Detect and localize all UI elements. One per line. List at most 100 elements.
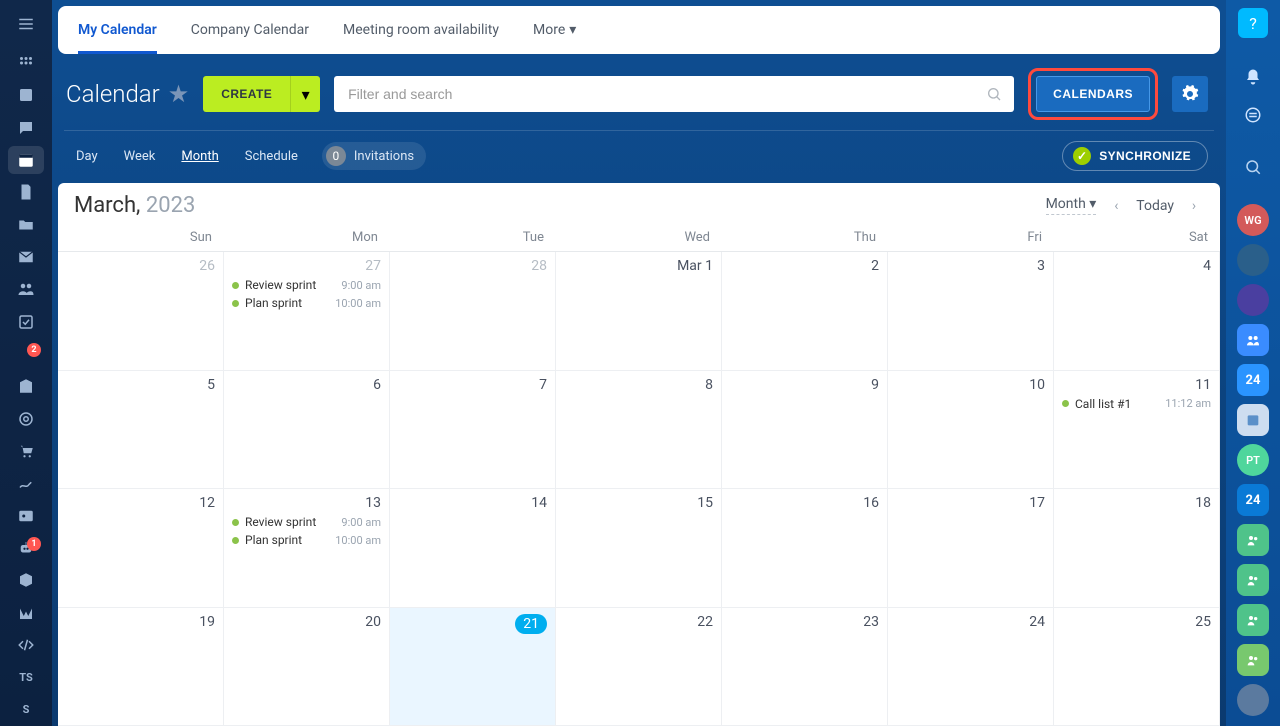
star-icon[interactable]: ★ <box>168 80 190 108</box>
view-selector[interactable]: Month ▾ <box>1046 196 1097 215</box>
calendar-cell[interactable]: 8 <box>556 371 722 490</box>
calendar-cell[interactable]: 11Call list #111:12 am <box>1054 371 1220 490</box>
calendar-cell[interactable]: 4 <box>1054 252 1220 371</box>
next-icon[interactable]: › <box>1184 196 1204 216</box>
calendar-cell[interactable]: 6 <box>224 371 390 490</box>
today-button[interactable]: Today <box>1136 198 1174 214</box>
nav-chat-icon[interactable] <box>8 113 44 141</box>
search-input[interactable] <box>334 76 1014 112</box>
nav-target-icon[interactable] <box>8 404 44 432</box>
nav-mail-icon[interactable] <box>8 243 44 271</box>
check-icon: ✓ <box>1073 147 1091 165</box>
nav-tasks-icon[interactable] <box>8 307 44 335</box>
avatar-24a[interactable]: 24 <box>1237 364 1269 396</box>
nav-cart-icon[interactable] <box>8 437 44 465</box>
avatar-user1[interactable] <box>1237 244 1269 276</box>
avatar-user3[interactable] <box>1237 684 1269 716</box>
nav-market-icon[interactable] <box>8 598 44 626</box>
right-presence-rail: ? WG 24 PT 24 <box>1226 0 1280 726</box>
lines-icon[interactable] <box>1238 100 1268 130</box>
synchronize-button[interactable]: ✓ SYNCHRONIZE <box>1062 141 1208 171</box>
calendar-cell[interactable]: 7 <box>390 371 556 490</box>
search-icon-right[interactable] <box>1238 152 1268 182</box>
calendar-cell[interactable]: 18 <box>1054 489 1220 608</box>
calendar-cell[interactable]: 12 <box>58 489 224 608</box>
calendar-cell[interactable]: 21 <box>390 608 556 726</box>
calendar-cell[interactable]: 15 <box>556 489 722 608</box>
create-dropdown[interactable]: ▾ <box>290 76 320 112</box>
search-icon[interactable] <box>986 86 1002 102</box>
calendar-cell[interactable]: 3 <box>888 252 1054 371</box>
calendar-cell[interactable]: 25 <box>1054 608 1220 726</box>
calendar-cell[interactable]: 27Review sprint9:00 amPlan sprint10:00 a… <box>224 252 390 371</box>
calendar-cell[interactable]: 2 <box>722 252 888 371</box>
nav-company-icon[interactable] <box>8 372 44 400</box>
avatar-user2[interactable] <box>1237 284 1269 316</box>
calendar-cell[interactable]: 14 <box>390 489 556 608</box>
tab-my-calendar[interactable]: My Calendar <box>78 6 157 54</box>
calendar-cell[interactable]: 19 <box>58 608 224 726</box>
calendar-cell[interactable]: 24 <box>888 608 1054 726</box>
view-day[interactable]: Day <box>66 145 108 168</box>
badge: 2 <box>27 343 41 357</box>
left-nav-rail: 2 1 TS S <box>0 0 52 726</box>
calendar-cell[interactable]: 13Review sprint9:00 amPlan sprint10:00 a… <box>224 489 390 608</box>
avatar-wg[interactable]: WG <box>1237 204 1269 236</box>
tab-meeting-rooms[interactable]: Meeting room availability <box>343 6 499 54</box>
view-month[interactable]: Month <box>171 145 228 168</box>
avatar-group3[interactable] <box>1237 564 1269 596</box>
calendar-cell[interactable]: 5 <box>58 371 224 490</box>
avatar-pt[interactable]: PT <box>1237 444 1269 476</box>
create-button-group: CREATE ▾ <box>203 76 320 112</box>
calendar-event[interactable]: Review sprint9:00 am <box>232 515 381 529</box>
calendar-cell[interactable]: 22 <box>556 608 722 726</box>
nav-docs-icon[interactable] <box>8 178 44 206</box>
nav-calendar-icon[interactable] <box>8 146 44 174</box>
view-week[interactable]: Week <box>114 145 166 168</box>
calendars-highlight: CALENDARS <box>1028 68 1158 120</box>
calendar-event[interactable]: Plan sprint10:00 am <box>232 296 381 310</box>
bell-icon[interactable] <box>1238 62 1268 92</box>
calendars-button[interactable]: CALENDARS <box>1036 76 1150 112</box>
help-icon[interactable]: ? <box>1238 8 1268 38</box>
tab-more[interactable]: More▾ <box>533 6 576 54</box>
prev-icon[interactable]: ‹ <box>1106 196 1126 216</box>
calendar-cell[interactable]: 20 <box>224 608 390 726</box>
nav-contact-icon[interactable] <box>8 501 44 529</box>
nav-people-icon[interactable] <box>8 275 44 303</box>
calendar-cell[interactable]: Mar 1 <box>556 252 722 371</box>
calendar-cell[interactable]: 28 <box>390 252 556 371</box>
nav-hub-icon[interactable] <box>8 49 44 77</box>
calendar-grid: 2627Review sprint9:00 amPlan sprint10:00… <box>58 252 1220 726</box>
calendar-cell[interactable]: 9 <box>722 371 888 490</box>
calendar-cell[interactable]: 26 <box>58 252 224 371</box>
gear-icon[interactable] <box>1172 76 1208 112</box>
hamburger-icon[interactable] <box>8 10 44 38</box>
invitations-pill[interactable]: 0 Invitations <box>322 142 426 170</box>
calendar-cell[interactable]: 16 <box>722 489 888 608</box>
avatar-group5[interactable] <box>1237 644 1269 676</box>
calendar-cell[interactable]: 10 <box>888 371 1054 490</box>
nav-filter-icon[interactable]: 2 <box>8 340 44 368</box>
nav-drive-icon[interactable] <box>8 210 44 238</box>
nav-feed-icon[interactable] <box>8 81 44 109</box>
create-button[interactable]: CREATE <box>203 76 290 112</box>
avatar-calendar[interactable] <box>1237 404 1269 436</box>
nav-box-icon[interactable] <box>8 566 44 594</box>
avatar-24b[interactable]: 24 <box>1237 484 1269 516</box>
calendar-event[interactable]: Plan sprint10:00 am <box>232 533 381 547</box>
nav-s[interactable]: S <box>8 696 44 724</box>
nav-ts[interactable]: TS <box>8 663 44 691</box>
view-schedule[interactable]: Schedule <box>235 145 308 168</box>
nav-code-icon[interactable] <box>8 631 44 659</box>
avatar-group2[interactable] <box>1237 524 1269 556</box>
nav-bot-icon[interactable]: 1 <box>8 534 44 562</box>
calendar-event[interactable]: Review sprint9:00 am <box>232 278 381 292</box>
tab-company-calendar[interactable]: Company Calendar <box>191 6 309 54</box>
avatar-group4[interactable] <box>1237 604 1269 636</box>
calendar-event[interactable]: Call list #111:12 am <box>1062 397 1211 411</box>
calendar-cell[interactable]: 23 <box>722 608 888 726</box>
nav-sign-icon[interactable] <box>8 469 44 497</box>
calendar-cell[interactable]: 17 <box>888 489 1054 608</box>
avatar-group[interactable] <box>1237 324 1269 356</box>
